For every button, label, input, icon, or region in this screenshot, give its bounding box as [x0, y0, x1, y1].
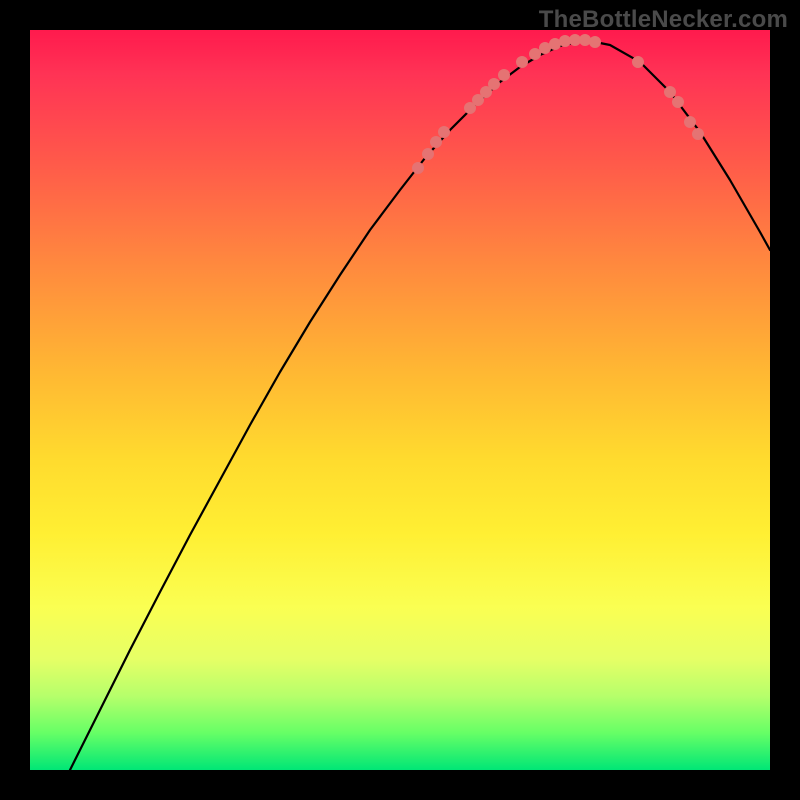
chart-svg — [30, 30, 770, 770]
data-marker — [439, 127, 450, 138]
data-marker — [665, 87, 676, 98]
data-marker — [590, 37, 601, 48]
data-marker — [540, 43, 551, 54]
data-marker — [489, 79, 500, 90]
marker-group — [413, 35, 704, 174]
data-marker — [560, 36, 571, 47]
data-marker — [580, 35, 591, 46]
data-marker — [685, 117, 696, 128]
data-marker — [530, 49, 541, 60]
data-marker — [431, 137, 442, 148]
data-marker — [570, 35, 581, 46]
bottleneck-curve — [70, 40, 770, 770]
data-marker — [423, 149, 434, 160]
data-marker — [633, 57, 644, 68]
data-marker — [673, 97, 684, 108]
data-marker — [550, 39, 561, 50]
data-marker — [693, 129, 704, 140]
data-marker — [499, 70, 510, 81]
data-marker — [517, 57, 528, 68]
data-marker — [413, 163, 424, 174]
